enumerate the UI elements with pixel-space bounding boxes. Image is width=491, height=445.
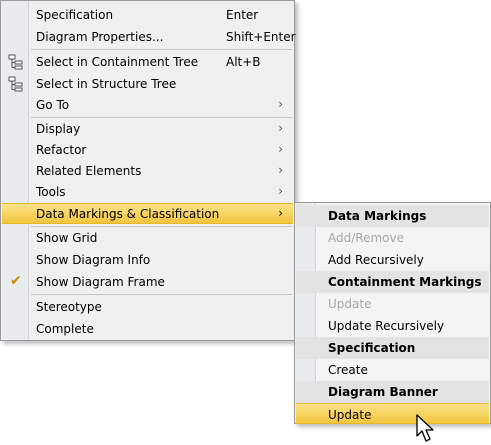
menu-item-label: Select in Structure Tree bbox=[36, 77, 177, 91]
submenu-item-add-remove: Add/Remove bbox=[296, 227, 489, 249]
menu-item-label: Update Recursively bbox=[328, 319, 445, 333]
menu-item-label: Diagram Properties... bbox=[36, 30, 164, 44]
submenu-header-label: Containment Markings bbox=[328, 275, 482, 289]
menu-item-label: Create bbox=[328, 363, 368, 377]
menu-separator bbox=[31, 49, 292, 50]
menu-item-label: Data Markings & Classification bbox=[36, 207, 220, 221]
mouse-cursor-icon bbox=[416, 414, 434, 442]
menu-item-shortcut: Alt+B bbox=[226, 55, 261, 69]
menu-item-label: Add/Remove bbox=[328, 231, 404, 245]
menu-item-select-in-containment-tree[interactable]: Select in Containment Tree Alt+B bbox=[2, 52, 293, 72]
checkmark-icon: ✔ bbox=[10, 273, 22, 289]
menu-item-show-grid[interactable]: Show Grid bbox=[2, 228, 293, 248]
menu-item-complete[interactable]: Complete bbox=[2, 319, 293, 339]
menu-item-data-markings-classification[interactable]: Data Markings & Classification › bbox=[2, 203, 293, 224]
submenu-header-label: Specification bbox=[328, 341, 416, 355]
menu-item-stereotype[interactable]: Stereotype bbox=[2, 297, 293, 317]
menu-item-label: Show Diagram Info bbox=[36, 253, 151, 267]
menu-item-label: Show Grid bbox=[36, 231, 98, 245]
menu-item-go-to[interactable]: Go To › bbox=[2, 95, 293, 115]
menu-item-related-elements[interactable]: Related Elements › bbox=[2, 161, 293, 181]
menu-separator bbox=[31, 226, 292, 227]
menu-item-label: Tools bbox=[36, 185, 66, 199]
menu-item-label: Go To bbox=[36, 98, 70, 112]
menu-item-shortcut: Shift+Enter bbox=[226, 30, 296, 44]
menu-item-show-diagram-info[interactable]: Show Diagram Info bbox=[2, 250, 293, 270]
menu-item-label: Add Recursively bbox=[328, 253, 424, 267]
submenu-header-specification: Specification bbox=[296, 337, 489, 359]
submenu-header-label: Diagram Banner bbox=[328, 385, 438, 399]
menu-item-label: Show Diagram Frame bbox=[36, 275, 165, 289]
menu-item-refactor[interactable]: Refactor › bbox=[2, 140, 293, 160]
submenu-header-containment-markings: Containment Markings bbox=[296, 271, 489, 293]
submenu-item-update-banner[interactable]: Update bbox=[296, 403, 489, 424]
menu-item-shortcut: Enter bbox=[226, 8, 259, 22]
submenu-item-update-containment: Update bbox=[296, 293, 489, 315]
menu-item-label: Specification bbox=[36, 8, 114, 22]
menu-separator bbox=[31, 294, 292, 295]
submenu-arrow-icon: › bbox=[278, 142, 283, 156]
menu-item-label: Update bbox=[328, 408, 372, 422]
submenu-item-add-recursively[interactable]: Add Recursively bbox=[296, 249, 489, 271]
menu-item-display[interactable]: Display › bbox=[2, 119, 293, 139]
menu-item-label: Complete bbox=[36, 322, 94, 336]
submenu-header-data-markings: Data Markings bbox=[296, 205, 489, 227]
menu-item-label: Refactor bbox=[36, 143, 87, 157]
menu-item-tools[interactable]: Tools › bbox=[2, 182, 293, 202]
structure-tree-icon bbox=[8, 76, 23, 92]
menu-item-specification[interactable]: Specification Enter bbox=[2, 5, 293, 25]
submenu-item-create[interactable]: Create bbox=[296, 359, 489, 381]
submenu-header-label: Data Markings bbox=[328, 209, 427, 223]
submenu-item-update-recursively[interactable]: Update Recursively bbox=[296, 315, 489, 337]
menu-item-select-in-structure-tree[interactable]: Select in Structure Tree bbox=[2, 74, 293, 94]
context-menu: Specification Enter Diagram Properties..… bbox=[0, 0, 296, 341]
menu-item-label: Update bbox=[328, 297, 372, 311]
submenu-header-diagram-banner: Diagram Banner bbox=[296, 381, 489, 403]
menu-separator bbox=[31, 117, 292, 118]
menu-item-label: Display bbox=[36, 122, 81, 136]
menu-item-show-diagram-frame[interactable]: ✔ Show Diagram Frame bbox=[2, 272, 293, 292]
menu-item-label: Stereotype bbox=[36, 300, 102, 314]
submenu-arrow-icon: › bbox=[278, 163, 283, 177]
submenu-arrow-icon: › bbox=[278, 121, 283, 135]
menu-item-label: Select in Containment Tree bbox=[36, 55, 199, 69]
containment-tree-icon bbox=[8, 54, 23, 70]
menu-item-diagram-properties[interactable]: Diagram Properties... Shift+Enter bbox=[2, 27, 296, 47]
submenu-arrow-icon: › bbox=[278, 184, 283, 198]
submenu-arrow-icon: › bbox=[278, 206, 283, 220]
data-markings-submenu: Data Markings Add/Remove Add Recursively… bbox=[294, 202, 491, 424]
submenu-arrow-icon: › bbox=[278, 97, 283, 111]
menu-item-label: Related Elements bbox=[36, 164, 142, 178]
